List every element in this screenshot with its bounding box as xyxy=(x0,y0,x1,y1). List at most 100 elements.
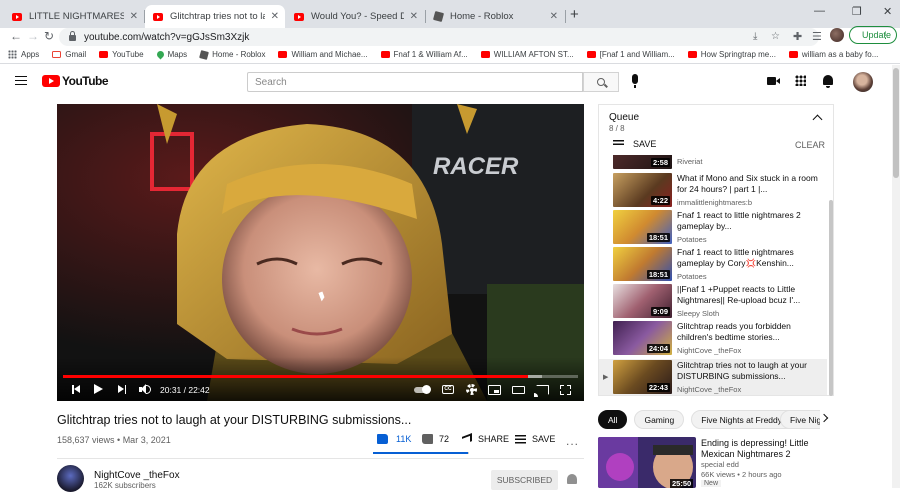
theater-mode-icon[interactable] xyxy=(512,386,525,394)
reload-icon[interactable]: ↻ xyxy=(44,29,54,43)
recommended-video-title[interactable]: Ending is depressing! Little Mexican Nig… xyxy=(701,438,831,460)
share-button[interactable]: SHARE xyxy=(462,433,509,445)
extensions-puzzle-icon[interactable]: ✚ xyxy=(793,30,802,43)
browser-tab-2[interactable]: Glitchtrap tries not to laugh at yo ✕ xyxy=(145,5,285,28)
bookmark-roblox[interactable]: Home - Roblox xyxy=(199,49,265,60)
save-button[interactable]: SAVE xyxy=(515,434,555,444)
video-duration: 18:51 xyxy=(646,270,670,279)
bookmark-item[interactable]: William and Michae... xyxy=(278,50,368,59)
channel-subscriber-count: 162K subscribers xyxy=(94,481,156,490)
queue-item[interactable]: 2:58 Riveriat xyxy=(599,155,827,171)
thumbs-up-icon xyxy=(377,434,388,444)
queue-item[interactable]: 18:51 Fnaf 1 react to little nightmares … xyxy=(599,209,827,246)
settings-gear-icon[interactable] xyxy=(466,384,477,395)
chip-gaming[interactable]: Gaming xyxy=(634,410,685,429)
bookmark-label: Fnaf 1 & William Af... xyxy=(393,50,468,59)
bookmark-label: Apps xyxy=(21,50,40,59)
queue-save-button[interactable]: SAVE xyxy=(613,139,656,149)
queue-item-thumbnail: 22:43 xyxy=(613,360,672,394)
menu-hamburger-icon[interactable] xyxy=(15,76,27,85)
queue-count: 8 / 8 xyxy=(609,124,625,133)
apps-grid-icon[interactable] xyxy=(795,75,806,86)
bookmark-item[interactable]: How Springtrap me... xyxy=(687,50,776,59)
queue-scrollbar[interactable] xyxy=(829,200,833,396)
close-window-icon[interactable]: ✕ xyxy=(883,5,892,18)
download-icon[interactable]: ⤓ xyxy=(753,31,757,42)
next-video-icon[interactable] xyxy=(118,385,126,394)
bookmark-maps[interactable]: Maps xyxy=(155,49,187,60)
dislike-button[interactable]: 72 xyxy=(422,434,449,444)
cast-icon[interactable] xyxy=(534,385,549,397)
queue-item[interactable]: 18:51 Fnaf 1 react to little nightmares … xyxy=(599,246,827,283)
more-actions-button[interactable]: ... xyxy=(566,434,579,448)
channel-notification-bell-icon[interactable] xyxy=(567,474,577,484)
autoplay-toggle-icon[interactable] xyxy=(414,385,431,394)
profile-avatar-icon[interactable] xyxy=(830,28,844,42)
close-tab-icon[interactable]: ✕ xyxy=(130,11,138,22)
update-button[interactable]: Update ⋮ xyxy=(849,26,897,44)
notifications-bell-icon[interactable] xyxy=(823,75,833,88)
filter-chips: All Gaming Five Nights at Freddy's xyxy=(598,410,805,432)
bookmark-apps[interactable]: Apps xyxy=(8,50,39,59)
video-player[interactable]: RACER 20:31 / 22:42 CC xyxy=(57,104,584,401)
bookmark-item[interactable]: Fnaf 1 & William Af... xyxy=(380,50,468,59)
progress-bar[interactable] xyxy=(63,375,578,378)
page-scrollbar[interactable] xyxy=(892,65,900,488)
back-arrow-icon[interactable]: ← xyxy=(10,29,22,43)
queue-clear-button[interactable]: CLEAR xyxy=(795,140,825,150)
chip-five-nig[interactable]: Five Nig xyxy=(780,410,820,429)
queue-item[interactable]: 4:22 What if Mono and Six stuck in a roo… xyxy=(599,172,827,209)
create-video-icon[interactable] xyxy=(767,77,780,85)
subscribed-button[interactable]: SUBSCRIBED xyxy=(491,470,558,490)
close-tab-icon[interactable]: ✕ xyxy=(410,11,418,22)
captions-cc-icon[interactable]: CC xyxy=(442,385,454,394)
bookmark-gmail[interactable]: Gmail xyxy=(52,50,86,59)
forward-arrow-icon[interactable]: → xyxy=(27,29,39,43)
browser-tab-4[interactable]: Home - Roblox ✕ xyxy=(426,5,564,28)
queue-item[interactable]: 24:04 Glitchtrap reads you forbidden chi… xyxy=(599,320,827,357)
close-tab-icon[interactable]: ✕ xyxy=(550,11,558,22)
chip-all[interactable]: All xyxy=(598,410,628,429)
browser-tab-3[interactable]: Would You? - Speed Dating For ✕ xyxy=(286,5,424,28)
address-bar[interactable]: youtube.com/watch?v=gGJsSm3Xzjk xyxy=(59,28,819,46)
queue-item-channel: Sleepy Sloth xyxy=(677,309,720,318)
bookmark-youtube[interactable]: YouTube xyxy=(99,50,144,59)
search-input[interactable]: Search xyxy=(247,72,583,92)
microphone-icon[interactable] xyxy=(632,74,638,88)
queue-item-now-playing[interactable]: ▶ 22:43 Glitchtrap tries not to laugh at… xyxy=(599,359,827,395)
search-button[interactable] xyxy=(583,72,619,92)
browser-tab-1[interactable]: LITTLE NIGHTMARES 2 FULL PLA ✕ xyxy=(4,5,144,28)
maximize-window-icon[interactable]: ❐ xyxy=(852,5,862,18)
fullscreen-icon[interactable] xyxy=(560,385,571,395)
more-vert-icon[interactable]: ⋮ xyxy=(881,30,890,41)
like-button[interactable]: 11K xyxy=(377,434,411,444)
recommended-video-channel[interactable]: special edd xyxy=(701,460,739,469)
media-control-icon[interactable]: ☰ xyxy=(812,30,822,43)
roblox-favicon-icon xyxy=(432,10,445,23)
youtube-logo[interactable]: YouTube xyxy=(42,74,109,88)
youtube-play-logo-icon xyxy=(42,75,60,87)
miniplayer-icon[interactable] xyxy=(488,385,501,395)
play-icon[interactable] xyxy=(94,384,103,394)
tab-title: Would You? - Speed Dating For xyxy=(311,11,404,22)
bookmark-item[interactable]: WILLIAM AFTON ST... xyxy=(480,50,574,59)
user-avatar[interactable] xyxy=(853,72,873,92)
time-display: 20:31 / 22:42 xyxy=(160,385,210,395)
gmail-icon xyxy=(52,51,62,58)
queue-item[interactable]: 9:09 ||Fnaf 1 +Puppet reacts to Little N… xyxy=(599,283,827,320)
star-icon[interactable]: ☆ xyxy=(771,31,780,42)
bookmark-item[interactable]: [Fnaf 1 and William... xyxy=(586,50,675,59)
minimize-window-icon[interactable]: — xyxy=(814,5,825,17)
close-tab-icon[interactable]: ✕ xyxy=(271,11,279,22)
queue-item-thumbnail: 2:58 xyxy=(613,155,672,169)
bookmark-item[interactable]: william as a baby fo... xyxy=(788,50,878,59)
chips-next-chevron-icon[interactable] xyxy=(819,413,829,423)
video-duration: 22:43 xyxy=(646,383,670,392)
channel-name[interactable]: NightCove _theFox xyxy=(94,470,180,481)
more-horiz-icon: ... xyxy=(566,434,580,448)
collapse-chevron-up-icon[interactable] xyxy=(812,114,823,125)
previous-video-icon[interactable] xyxy=(72,385,80,394)
queue-item-title: Fnaf 1 react to little nightmares 2 game… xyxy=(677,210,801,231)
queue-title: Queue xyxy=(609,112,640,123)
new-tab-icon[interactable]: + xyxy=(570,6,579,23)
